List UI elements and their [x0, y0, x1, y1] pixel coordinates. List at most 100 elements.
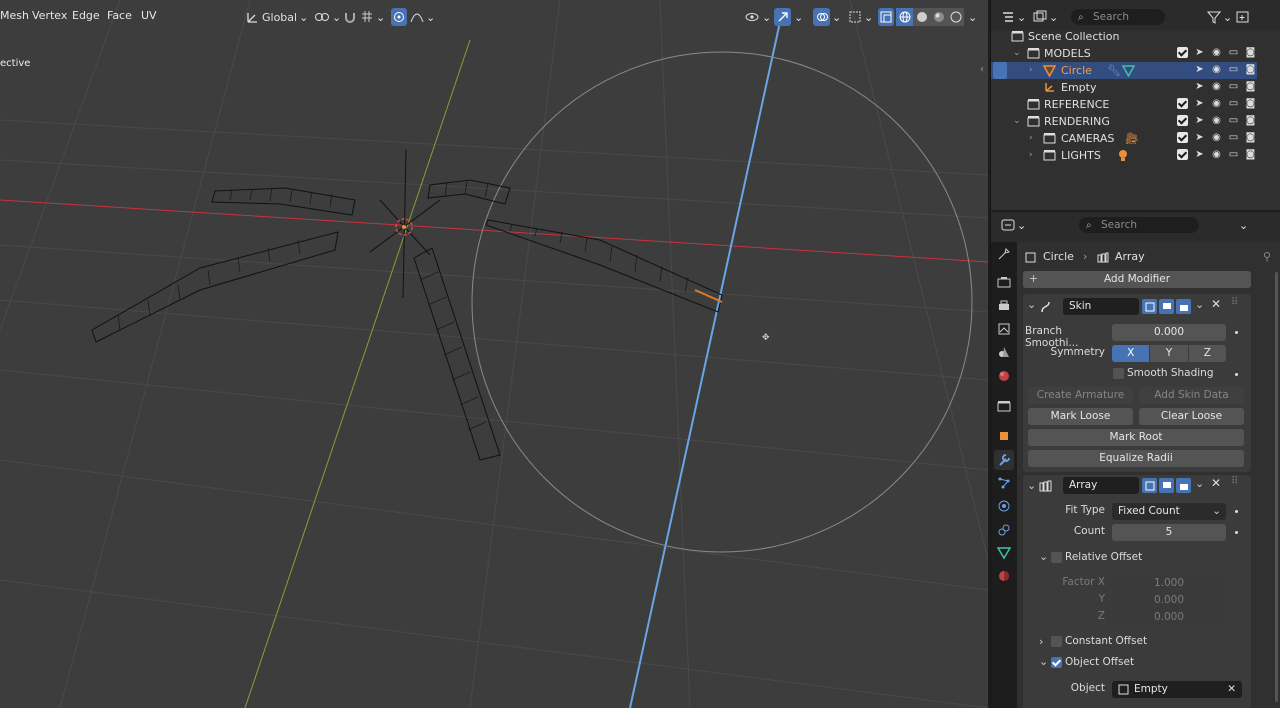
visibility-dropdown[interactable]: ⌄ [744, 8, 771, 26]
branch-smoothing-field[interactable]: 0.000 [1112, 324, 1226, 341]
camera-icon[interactable]: ◙ [1244, 114, 1257, 127]
camera-icon[interactable]: ◙ [1244, 131, 1257, 144]
pin-icon[interactable]: ⚲ [1263, 250, 1271, 263]
chevron-down-icon[interactable]: ⌄ [1239, 216, 1248, 234]
drag-handle-icon[interactable]: ⠿ [1231, 297, 1238, 308]
outliner-search-input[interactable]: ⌕ Search [1071, 9, 1165, 25]
tab-view-layer[interactable] [994, 319, 1014, 339]
mark-root-button[interactable]: Mark Root [1028, 429, 1244, 446]
tab-physics[interactable] [994, 496, 1014, 516]
overlays-toggle[interactable] [813, 8, 830, 26]
wrench-icon[interactable]: 🔧︎ [1107, 62, 1121, 79]
render-toggle[interactable] [1176, 299, 1191, 314]
outliner-row-models[interactable]: ⌄ MODELS ➤ ◉ ▭ ◙ [991, 45, 1257, 62]
array-name-field[interactable]: Array [1063, 477, 1139, 494]
keyframe-dot[interactable] [1235, 373, 1238, 376]
select-arrow-icon[interactable]: ➤ [1193, 80, 1206, 93]
chevron-down-icon[interactable]: ⌄ [1039, 550, 1048, 563]
object-offset-checkbox[interactable] [1051, 657, 1062, 668]
new-collection-button[interactable] [1236, 8, 1250, 26]
outliner-row-empty[interactable]: Empty ➤ ◉ ▭ ◙ [991, 79, 1257, 96]
snap-toggle[interactable] [343, 8, 357, 26]
create-armature-button[interactable]: Create Armature [1028, 387, 1133, 404]
skin-array-meshes[interactable] [91, 179, 723, 461]
drag-handle-icon[interactable]: ⠿ [1231, 476, 1238, 487]
symmetry-x-toggle[interactable]: X [1112, 345, 1150, 362]
tab-collection[interactable] [994, 396, 1014, 416]
viewport-toggle[interactable] [1159, 299, 1174, 314]
monitor-icon[interactable]: ▭ [1227, 131, 1240, 144]
monitor-icon[interactable]: ▭ [1227, 97, 1240, 110]
clear-loose-button[interactable]: Clear Loose [1139, 408, 1244, 425]
factor-z-field[interactable]: 0.000 [1112, 609, 1226, 626]
equalize-radii-button[interactable]: Equalize Radii [1028, 450, 1244, 467]
chevron-right-icon[interactable]: › [1029, 130, 1033, 147]
shading-options-chevron[interactable]: ⌄ [968, 8, 977, 26]
tab-particles[interactable] [994, 473, 1014, 493]
add-modifier-button[interactable]: + Add Modifier [1023, 271, 1251, 288]
monitor-icon[interactable]: ▭ [1227, 46, 1240, 59]
camera-icon[interactable]: ◙ [1244, 148, 1257, 161]
chevron-right-icon[interactable]: › [1039, 635, 1043, 648]
tab-modifiers[interactable] [994, 450, 1014, 470]
tab-output[interactable] [994, 296, 1014, 316]
clear-field-icon[interactable]: ✕ [1227, 681, 1236, 698]
outliner-row-rendering[interactable]: ⌄ RENDERING ➤ ◉ ▭ ◙ [991, 113, 1257, 130]
editor-type-dropdown[interactable]: ⌄ [1001, 8, 1026, 26]
mark-loose-button[interactable]: Mark Loose [1028, 408, 1133, 425]
transform-orientation-dropdown[interactable]: Global ⌄ [246, 8, 308, 26]
eye-icon[interactable]: ◉ [1210, 63, 1223, 76]
falloff-dropdown[interactable]: ⌄ [410, 8, 435, 26]
chevron-down-icon[interactable]: ⌄ [1013, 113, 1021, 130]
mesh-edit-overlays-dropdown[interactable]: ⌄ [848, 8, 873, 26]
tab-world[interactable] [994, 366, 1014, 386]
camera-icon[interactable]: ◙ [1244, 97, 1257, 110]
monitor-icon[interactable]: ▭ [1227, 63, 1240, 76]
tab-constraints[interactable] [994, 520, 1014, 540]
tab-material[interactable] [994, 566, 1014, 586]
keyframe-dot[interactable] [1235, 531, 1238, 534]
monitor-icon[interactable]: ▭ [1227, 80, 1240, 93]
tab-data[interactable] [994, 543, 1014, 563]
chevron-down-icon[interactable]: ⌄ [1195, 298, 1204, 311]
eye-icon[interactable]: ◉ [1210, 148, 1223, 161]
menu-mesh[interactable]: Mesh [0, 9, 29, 22]
edit-mode-toggle[interactable] [1142, 299, 1157, 314]
factor-x-field[interactable]: 1.000 [1112, 575, 1226, 592]
monitor-icon[interactable]: ▭ [1227, 114, 1240, 127]
select-arrow-icon[interactable]: ➤ [1193, 131, 1206, 144]
viewport-scene[interactable]: ✥ ‹ [0, 0, 988, 708]
xray-toggle[interactable] [878, 8, 894, 26]
tab-tool[interactable] [994, 244, 1014, 264]
add-skin-data-button[interactable]: Add Skin Data [1139, 387, 1244, 404]
render-toggle[interactable] [1176, 478, 1191, 493]
outliner-row-lights[interactable]: › LIGHTS ➤ ◉ ▭ ◙ [991, 147, 1257, 164]
proportional-edit-toggle[interactable] [391, 8, 407, 26]
keyframe-dot[interactable] [1235, 510, 1238, 513]
keyframe-dot[interactable] [1235, 331, 1238, 334]
chevron-down-icon[interactable]: ⌄ [1027, 298, 1036, 311]
exclude-checkbox[interactable] [1176, 97, 1189, 110]
chevron-right-icon[interactable]: › [1029, 62, 1033, 79]
pivot-dropdown[interactable]: ⌄ [314, 8, 341, 26]
monitor-icon[interactable]: ▭ [1227, 148, 1240, 161]
tab-scene[interactable] [994, 342, 1014, 362]
properties-scrollbar[interactable] [1275, 272, 1278, 702]
outliner-row-circle[interactable]: › Circle 🔧︎ ➤ ◉ ▭ ◙ [991, 62, 1257, 79]
smooth-shading-checkbox[interactable] [1113, 368, 1124, 379]
menu-face[interactable]: Face [107, 9, 132, 22]
eye-icon[interactable]: ◉ [1210, 131, 1223, 144]
3d-viewport[interactable]: ✥ ‹ Mesh Vertex Edge Face UV Global ⌄ ⌄ … [0, 0, 988, 708]
camera-icon[interactable]: ◙ [1244, 80, 1257, 93]
chevron-down-icon[interactable]: ⌄ [1013, 45, 1021, 62]
select-arrow-icon[interactable]: ➤ [1193, 114, 1206, 127]
camera-icon[interactable]: ◙ [1244, 46, 1257, 59]
select-arrow-icon[interactable]: ➤ [1193, 148, 1206, 161]
rendered-shading-button[interactable] [947, 8, 964, 26]
eye-icon[interactable]: ◉ [1210, 114, 1223, 127]
select-arrow-icon[interactable]: ➤ [1193, 63, 1206, 76]
tab-object[interactable] [994, 426, 1014, 446]
outliner-row-cameras[interactable]: › CAMERAS 🎥︎ ➤ ◉ ▭ ◙ [991, 130, 1257, 147]
exclude-checkbox[interactable] [1176, 114, 1189, 127]
menu-uv[interactable]: UV [141, 9, 157, 22]
